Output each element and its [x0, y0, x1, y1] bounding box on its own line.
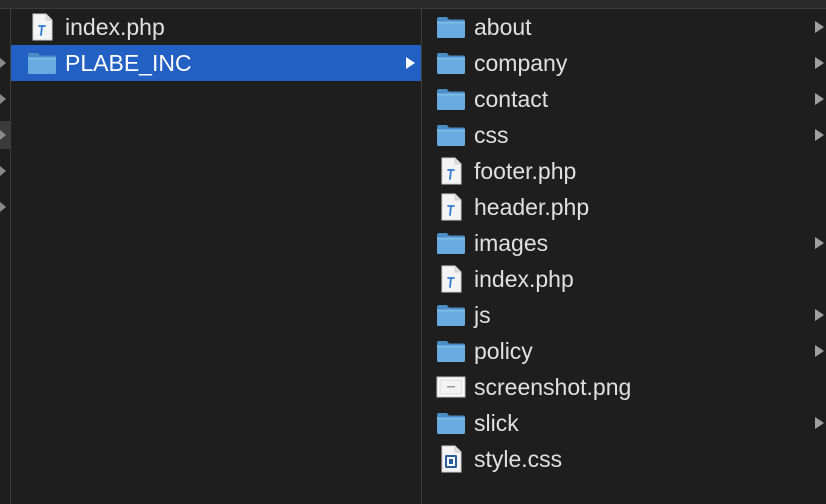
item-name: index.php — [65, 13, 165, 40]
item-name: header.php — [474, 193, 590, 220]
parent-column-edge[interactable] — [0, 9, 11, 504]
disclosure-arrow-icon[interactable] — [0, 202, 6, 212]
disclosure-arrow-icon — [815, 345, 824, 357]
disclosure-arrow-icon — [406, 57, 415, 69]
disclosure-arrow-icon[interactable] — [0, 58, 6, 68]
column-plabe-inc[interactable]: about company contact css footer.php header.p… — [422, 9, 826, 504]
item-name: footer.php — [474, 157, 577, 184]
disclosure-arrow-icon — [815, 309, 824, 321]
php-file-icon — [436, 193, 466, 221]
folder-icon — [436, 121, 466, 149]
item-name: about — [474, 13, 532, 40]
php-file-icon — [436, 157, 466, 185]
disclosure-arrow-icon — [815, 21, 824, 33]
folder-icon — [436, 49, 466, 77]
folder-icon — [436, 229, 466, 257]
window-top-edge — [0, 0, 826, 9]
disclosure-arrow-icon[interactable] — [0, 94, 6, 104]
folder-icon — [436, 409, 466, 437]
file-row[interactable]: footer.php — [422, 153, 826, 189]
disclosure-arrow-icon — [815, 129, 824, 141]
item-name: slick — [474, 409, 519, 436]
item-name: contact — [474, 85, 549, 112]
disclosure-arrow-icon[interactable] — [0, 130, 6, 140]
item-name: company — [474, 49, 568, 76]
disclosure-arrow-icon — [815, 417, 824, 429]
item-name: images — [474, 229, 549, 256]
folder-icon — [436, 337, 466, 365]
folder-row[interactable]: images — [422, 225, 826, 261]
folder-row[interactable]: company — [422, 45, 826, 81]
php-file-icon — [436, 265, 466, 293]
folder-row[interactable]: PLABE_INC — [11, 45, 421, 81]
file-row[interactable]: index.php — [11, 9, 421, 45]
file-row[interactable]: header.php — [422, 189, 826, 225]
item-name: policy — [474, 337, 533, 364]
folder-row[interactable]: css — [422, 117, 826, 153]
file-row[interactable]: index.php — [422, 261, 826, 297]
folder-row[interactable]: about — [422, 9, 826, 45]
css-file-icon — [436, 445, 466, 473]
disclosure-arrow-icon — [815, 237, 824, 249]
file-row[interactable]: style.css — [422, 441, 826, 477]
folder-row[interactable]: policy — [422, 333, 826, 369]
item-name: css — [474, 121, 509, 148]
folder-icon — [27, 49, 57, 77]
column-plabe-parent[interactable]: index.php PLABE_INC — [11, 9, 422, 504]
folder-icon — [436, 13, 466, 41]
item-name: js — [474, 301, 491, 328]
php-file-icon — [27, 13, 57, 41]
disclosure-arrow-icon[interactable] — [0, 166, 6, 176]
file-row[interactable]: screenshot.png — [422, 369, 826, 405]
folder-row[interactable]: contact — [422, 81, 826, 117]
folder-icon — [436, 85, 466, 113]
folder-row[interactable]: slick — [422, 405, 826, 441]
image-file-icon — [436, 373, 466, 401]
folder-row[interactable]: js — [422, 297, 826, 333]
item-name: screenshot.png — [474, 373, 632, 400]
folder-icon — [436, 301, 466, 329]
item-name: PLABE_INC — [65, 49, 192, 76]
item-name: style.css — [474, 445, 563, 472]
disclosure-arrow-icon — [815, 57, 824, 69]
item-name: index.php — [474, 265, 574, 292]
disclosure-arrow-icon — [815, 93, 824, 105]
